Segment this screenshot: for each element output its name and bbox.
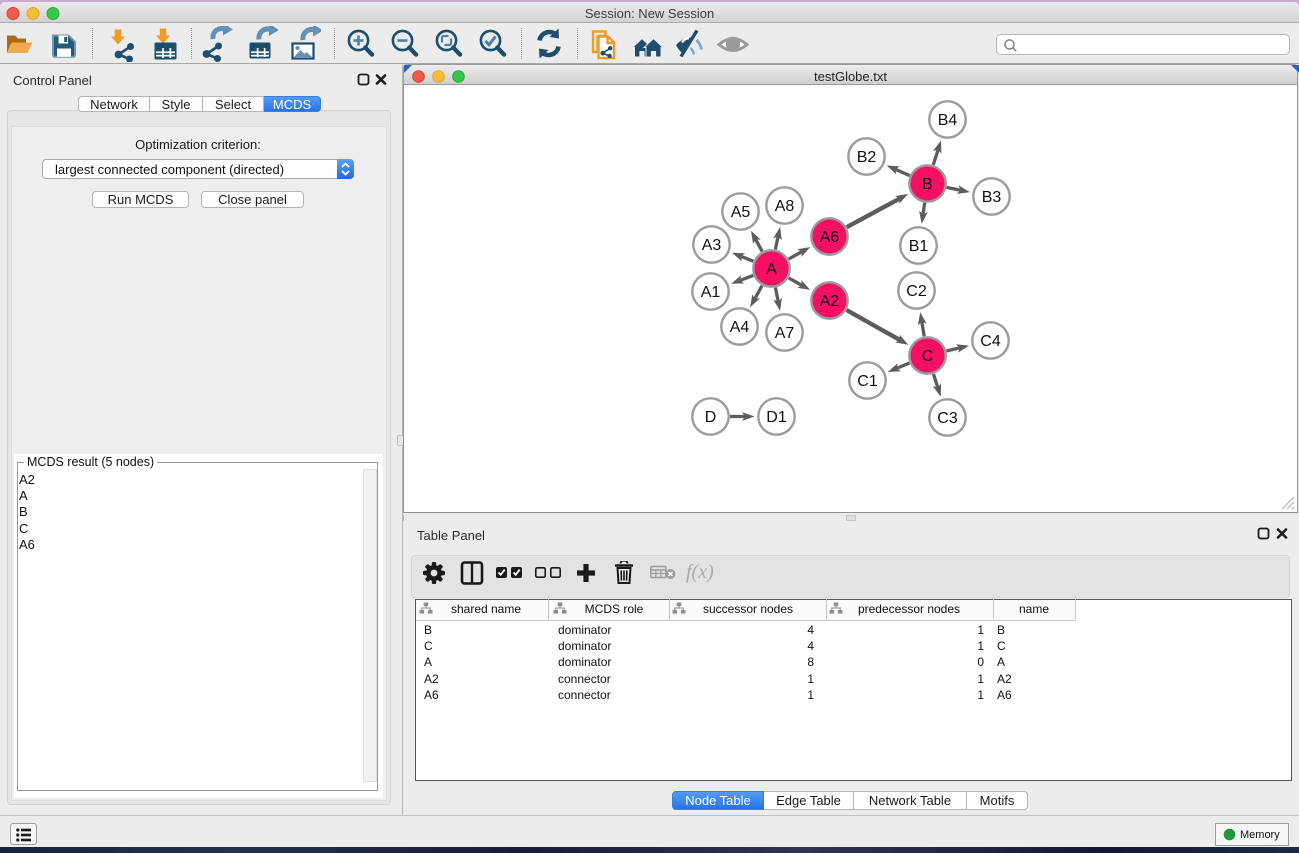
svg-text:C: C (922, 348, 934, 365)
svg-text:B4: B4 (938, 112, 958, 129)
svg-text:D1: D1 (766, 409, 787, 426)
svg-text:D: D (705, 409, 717, 426)
svg-text:A4: A4 (730, 319, 750, 336)
svg-text:C4: C4 (980, 333, 1001, 350)
svg-text:A1: A1 (701, 284, 721, 301)
svg-text:A5: A5 (731, 204, 751, 221)
svg-text:A6: A6 (820, 229, 840, 246)
svg-text:B2: B2 (857, 149, 877, 166)
svg-text:B1: B1 (909, 238, 929, 255)
svg-text:C2: C2 (906, 283, 927, 300)
svg-text:C1: C1 (857, 373, 878, 390)
svg-text:A: A (766, 261, 777, 278)
svg-text:B3: B3 (982, 189, 1002, 206)
svg-text:B: B (922, 176, 933, 193)
svg-text:A2: A2 (820, 293, 840, 310)
svg-text:A3: A3 (702, 237, 722, 254)
svg-text:A7: A7 (775, 325, 795, 342)
svg-text:A8: A8 (775, 198, 795, 215)
svg-text:C3: C3 (937, 410, 958, 427)
